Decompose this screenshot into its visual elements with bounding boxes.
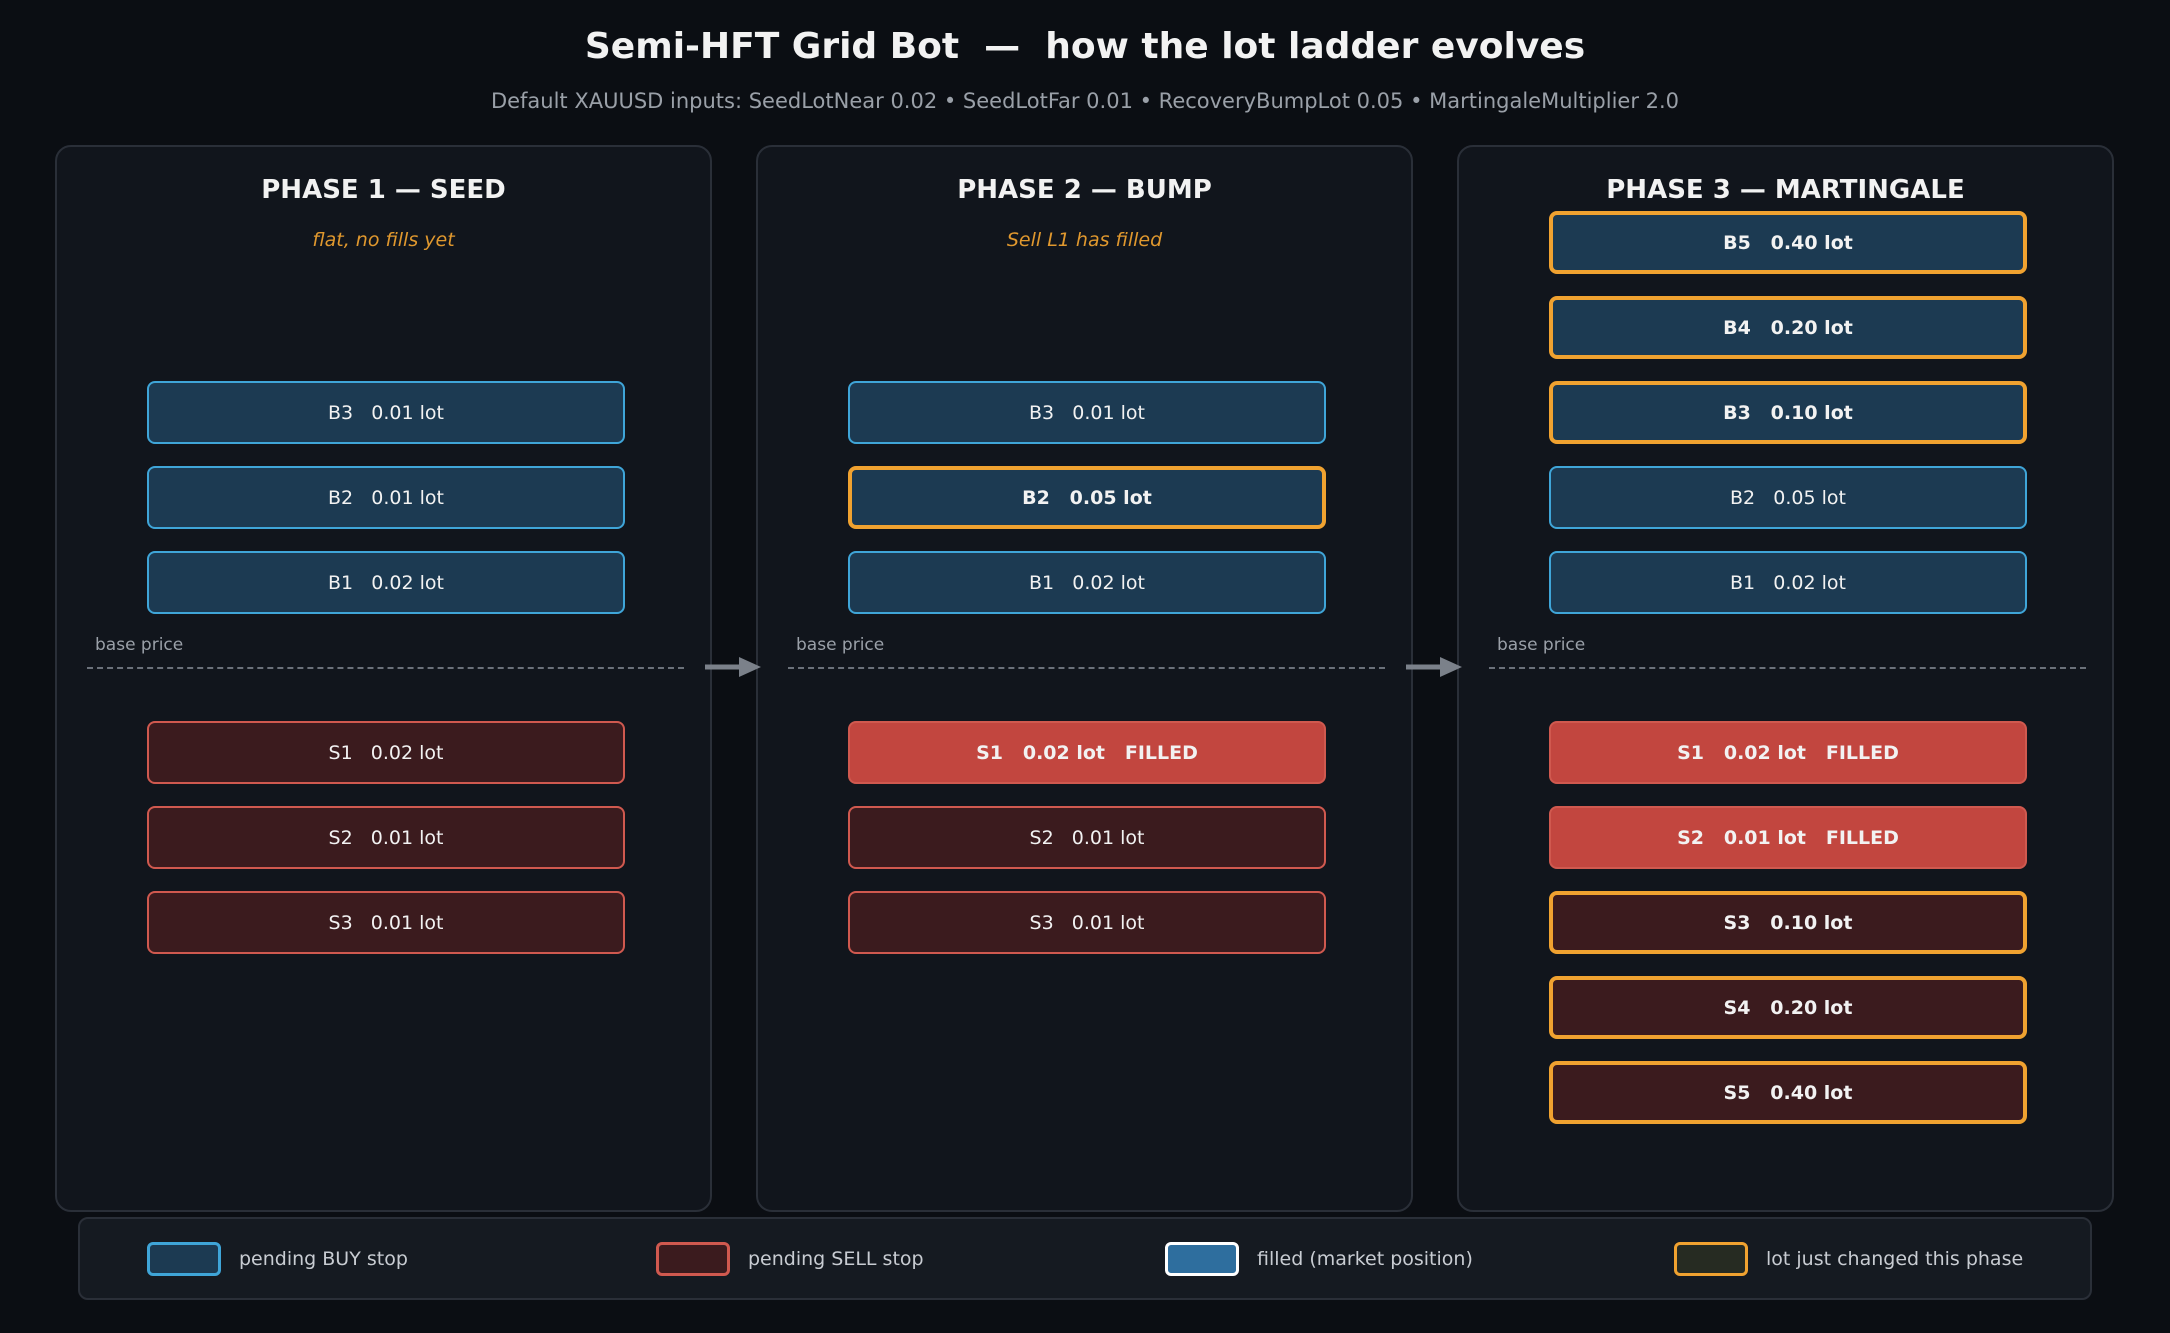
buy-stop-rung-2: B2 0.05 lot <box>1549 466 2027 529</box>
diagram-title: Semi-HFT Grid Bot — how the lot ladder e… <box>584 26 1586 67</box>
buy-stop-rung-5: B5 0.40 lot <box>1549 211 2027 274</box>
buy-stop-rung-1: B1 0.02 lot <box>147 551 625 614</box>
sell-stop-rung-3: S3 0.01 lot <box>147 891 625 954</box>
buy-stop-rung-1: B1 0.02 lot <box>848 551 1326 614</box>
sell-stop-rung-3: S3 0.01 lot <box>848 891 1326 954</box>
base-price-line <box>788 667 1385 669</box>
base-price-label: base price <box>1497 635 1586 655</box>
legend: pending BUY stop pending SELL stop filled … <box>78 1217 2092 1300</box>
arrow-phase1-to-phase2-icon <box>705 657 761 677</box>
sell-stop-rung-2: S2 0.01 lot FILLED <box>1549 806 2027 869</box>
buy-stop-rung-4: B4 0.20 lot <box>1549 296 2027 359</box>
legend-swatch <box>1674 1241 1748 1276</box>
legend-label: lot just changed this phase <box>1766 1247 2024 1270</box>
buy-stop-rung-3: B3 0.10 lot <box>1549 381 2027 444</box>
legend-item-buy: pending BUY stop <box>147 1219 408 1298</box>
buy-stop-rung-2: B2 0.05 lot <box>848 466 1326 529</box>
buy-stop-rung-3: B3 0.01 lot <box>147 381 625 444</box>
legend-label: pending BUY stop <box>239 1247 408 1270</box>
sell-stop-rung-1: S1 0.02 lot FILLED <box>1549 721 2027 784</box>
phase-subtitle: flat, no fills yet <box>312 229 455 251</box>
base-price-line <box>1489 667 2086 669</box>
sell-stop-rung-3: S3 0.10 lot <box>1549 891 2027 954</box>
base-price-label: base price <box>95 635 184 655</box>
base-price-label: base price <box>796 635 885 655</box>
phase-title: PHASE 2 — BUMP <box>957 175 1212 205</box>
legend-item-market: filled (market position) <box>1165 1219 1473 1298</box>
sell-stop-rung-2: S2 0.01 lot <box>147 806 625 869</box>
buy-stop-rung-3: B3 0.01 lot <box>848 381 1326 444</box>
arrow-phase2-to-phase3-icon <box>1406 657 1462 677</box>
legend-label: filled (market position) <box>1257 1247 1473 1270</box>
phase-panel-2: PHASE 2 — BUMP Sell L1 has filled base pri… <box>756 145 1413 1212</box>
sell-stop-rung-1: S1 0.02 lot FILLED <box>848 721 1326 784</box>
legend-item-changed: lot just changed this phase <box>1674 1219 2023 1298</box>
sell-stop-rung-1: S1 0.02 lot <box>147 721 625 784</box>
sell-stop-rung-2: S2 0.01 lot <box>848 806 1326 869</box>
phase-panel-3: PHASE 3 — MARTINGALE base price B5 0.40 lo… <box>1457 145 2114 1212</box>
buy-stop-rung-1: B1 0.02 lot <box>1549 551 2027 614</box>
phase-panel-1: PHASE 1 — SEED flat, no fills yet base pri… <box>55 145 712 1212</box>
base-price-line <box>87 667 684 669</box>
legend-swatch <box>147 1241 221 1276</box>
phase-subtitle: Sell L1 has filled <box>1006 229 1163 251</box>
phase-title: PHASE 1 — SEED <box>261 175 506 205</box>
sell-stop-rung-5: S5 0.40 lot <box>1549 1061 2027 1124</box>
legend-swatch <box>656 1241 730 1276</box>
legend-label: pending SELL stop <box>748 1247 924 1270</box>
diagram-subtitle: Default XAUUSD inputs: SeedLotNear 0.02 … <box>490 89 1680 113</box>
sell-stop-rung-4: S4 0.20 lot <box>1549 976 2027 1039</box>
legend-item-sell: pending SELL stop <box>656 1219 924 1298</box>
legend-swatch <box>1165 1241 1239 1276</box>
phase-title: PHASE 3 — MARTINGALE <box>1606 175 1965 205</box>
buy-stop-rung-2: B2 0.01 lot <box>147 466 625 529</box>
